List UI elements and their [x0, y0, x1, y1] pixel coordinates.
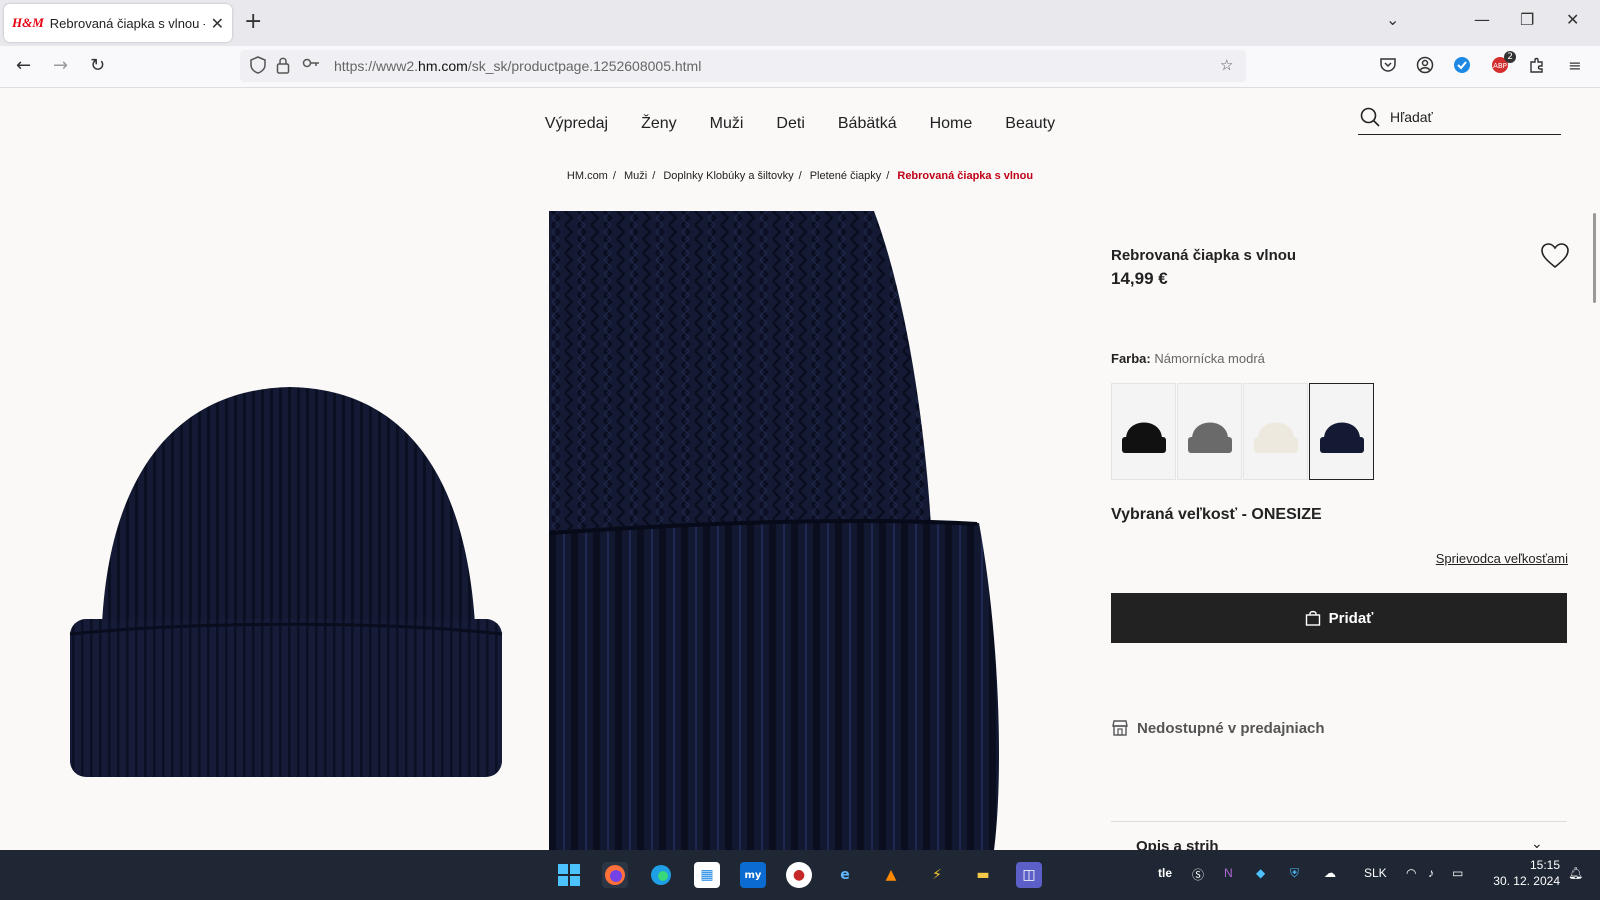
product-image-closeup[interactable] — [549, 211, 1075, 850]
extensions-puzzle-icon[interactable] — [1527, 56, 1547, 76]
store-taskbar-icon[interactable]: ▦ — [694, 862, 720, 888]
store-icon — [1112, 720, 1128, 736]
description-label: Opis a strih — [1136, 838, 1219, 850]
color-label: Farba: — [1111, 351, 1151, 366]
shopping-bag-icon — [1305, 610, 1320, 626]
onenote-tray-icon[interactable]: N — [1224, 866, 1233, 880]
breadcrumb-item-doplnky[interactable]: Doplnky Klobúky a šiltovky — [663, 170, 793, 182]
swatch-navy-selected[interactable] — [1309, 383, 1374, 480]
clock-time: 15:15 — [1529, 858, 1560, 872]
color-value: Námornícka modrá — [1154, 351, 1265, 366]
color-swatches — [1111, 383, 1374, 480]
url-bar[interactable]: https://www2.hm.com/sk_sk/productpage.12… — [240, 50, 1246, 82]
nav-item-home[interactable]: Home — [930, 115, 973, 133]
extension-badge: 2 — [1504, 51, 1516, 63]
selected-size: Vybraná veľkosť - ONESIZE — [1111, 506, 1322, 523]
restore-icon[interactable]: ❐ — [1520, 10, 1534, 29]
menu-hamburger-icon[interactable]: ≡ — [1565, 56, 1585, 76]
swatch-grey[interactable] — [1177, 383, 1242, 480]
onedrive-tray-icon[interactable]: ☁ — [1324, 866, 1336, 880]
battery-icon[interactable]: ▭ — [1452, 866, 1463, 880]
browser-toolbar: ← → ↻ https://www2.hm.com/sk_sk/productp… — [0, 46, 1600, 88]
tool-taskbar-icon[interactable]: ⚡ — [924, 862, 950, 888]
favorite-heart-icon[interactable] — [1541, 243, 1569, 269]
size-guide-link[interactable]: Sprievodca veľkosťami — [1436, 551, 1568, 566]
language-indicator[interactable]: SLK — [1364, 866, 1387, 880]
wifi-icon[interactable]: ◠ — [1406, 866, 1416, 880]
tab-list-chevron-icon[interactable]: ⌄ — [1386, 10, 1399, 29]
nav-item-beauty[interactable]: Beauty — [1005, 115, 1055, 133]
product-panel: Rebrovaná čiapka s vlnou 14,99 € Farba: … — [1111, 89, 1569, 850]
svg-text:ABP: ABP — [1493, 62, 1507, 70]
vlc-taskbar-icon[interactable]: ▲ — [878, 862, 904, 888]
tray-app-icon[interactable]: tle — [1158, 866, 1172, 880]
lock-icon[interactable] — [276, 56, 290, 78]
account-icon[interactable] — [1415, 56, 1435, 76]
color-row: Farba: Námornícka modrá — [1111, 351, 1265, 366]
bookmark-star-icon[interactable]: ☆ — [1220, 56, 1233, 74]
page-scrollbar[interactable] — [1593, 213, 1596, 303]
notification-bell-icon[interactable]: 🔔︎ — [1568, 866, 1583, 880]
add-button-label: Pridať — [1328, 609, 1374, 627]
app-taskbar-icon[interactable]: my — [740, 862, 766, 888]
product-price: 14,99 € — [1111, 269, 1168, 288]
back-icon[interactable]: ← — [16, 55, 31, 77]
hm-favicon-icon: H&M — [12, 15, 44, 30]
store-availability-text: Nedostupné v predajniach — [1137, 719, 1325, 737]
reader-taskbar-icon[interactable]: ◫ — [1016, 862, 1042, 888]
defender-tray-icon[interactable]: ⛨ — [1290, 866, 1299, 881]
product-image-beanie[interactable] — [0, 209, 560, 850]
tab-title: Rebrovaná čiapka s vlnou - Čie — [49, 15, 205, 31]
nav-item-zeny[interactable]: Ženy — [641, 115, 677, 133]
browser-tab-bar: H&M Rebrovaná čiapka s vlnou - Čie ✕ + ⌄… — [0, 0, 1600, 46]
reload-icon[interactable]: ↻ — [90, 55, 105, 77]
minimize-icon[interactable]: — — [1474, 10, 1490, 29]
edge-taskbar-icon[interactable] — [648, 862, 674, 888]
clock-date: 30. 12. 2024 — [1493, 874, 1560, 888]
pocket-icon[interactable] — [1378, 56, 1398, 76]
forward-icon[interactable]: → — [53, 55, 68, 77]
browser-tab[interactable]: H&M Rebrovaná čiapka s vlnou - Čie ✕ — [4, 4, 232, 42]
nav-item-vypredaj[interactable]: Výpredaj — [545, 115, 608, 133]
volume-icon[interactable]: ♪ — [1428, 866, 1434, 880]
breadcrumb-current: Rebrovaná čiapka s vlnou — [897, 170, 1034, 182]
swatch-black[interactable] — [1111, 383, 1176, 480]
nav-item-deti[interactable]: Deti — [776, 115, 804, 133]
tab-close-icon[interactable]: ✕ — [211, 14, 224, 33]
store-availability: Nedostupné v predajniach — [1111, 719, 1325, 737]
add-to-bag-button[interactable]: Pridať — [1111, 593, 1567, 643]
browser-alt-taskbar-icon[interactable]: e — [832, 862, 858, 888]
firefox-taskbar-icon[interactable] — [602, 862, 628, 888]
adblock-icon[interactable]: ABP 2 — [1490, 51, 1516, 76]
extension-blue-icon[interactable] — [1452, 56, 1472, 76]
shield-icon[interactable] — [250, 56, 266, 78]
windows-start-icon[interactable] — [556, 862, 582, 888]
key-icon[interactable] — [302, 56, 320, 74]
breadcrumb-item-hm[interactable]: HM.com — [567, 170, 608, 182]
swatch-cream[interactable] — [1243, 383, 1308, 480]
web-page: Výpredaj Ženy Muži Deti Bábätká Home Bea… — [0, 89, 1600, 850]
file-explorer-icon[interactable]: ▬ — [970, 862, 996, 888]
shield-tray-icon[interactable]: ◆ — [1256, 866, 1265, 880]
nav-item-babatka[interactable]: Bábätká — [838, 115, 897, 133]
chevron-down-icon: ⌄ — [1531, 836, 1543, 850]
breadcrumb-item-muzi[interactable]: Muži — [624, 170, 647, 182]
description-accordion[interactable]: Opis a strih ⌄ — [1111, 821, 1567, 850]
product-title: Rebrovaná čiapka s vlnou — [1111, 247, 1297, 264]
window-close-icon[interactable]: ✕ — [1566, 10, 1579, 29]
nav-item-muzi[interactable]: Muži — [710, 115, 744, 133]
breadcrumb-item-pletene[interactable]: Pletené čiapky — [810, 170, 882, 182]
clock[interactable]: 15:15 30. 12. 2024 — [1484, 857, 1560, 889]
new-tab-icon[interactable]: + — [244, 11, 262, 33]
media-taskbar-icon[interactable]: ● — [786, 862, 812, 888]
url-text: https://www2.hm.com/sk_sk/productpage.12… — [334, 58, 702, 74]
skype-tray-icon[interactable]: Ⓢ — [1192, 866, 1204, 883]
os-taskbar: ▦ my ● e ▲ ⚡ ▬ ◫ tle Ⓢ N ◆ ⛨ ☁ SLK ◠ ♪ ▭… — [0, 850, 1600, 900]
